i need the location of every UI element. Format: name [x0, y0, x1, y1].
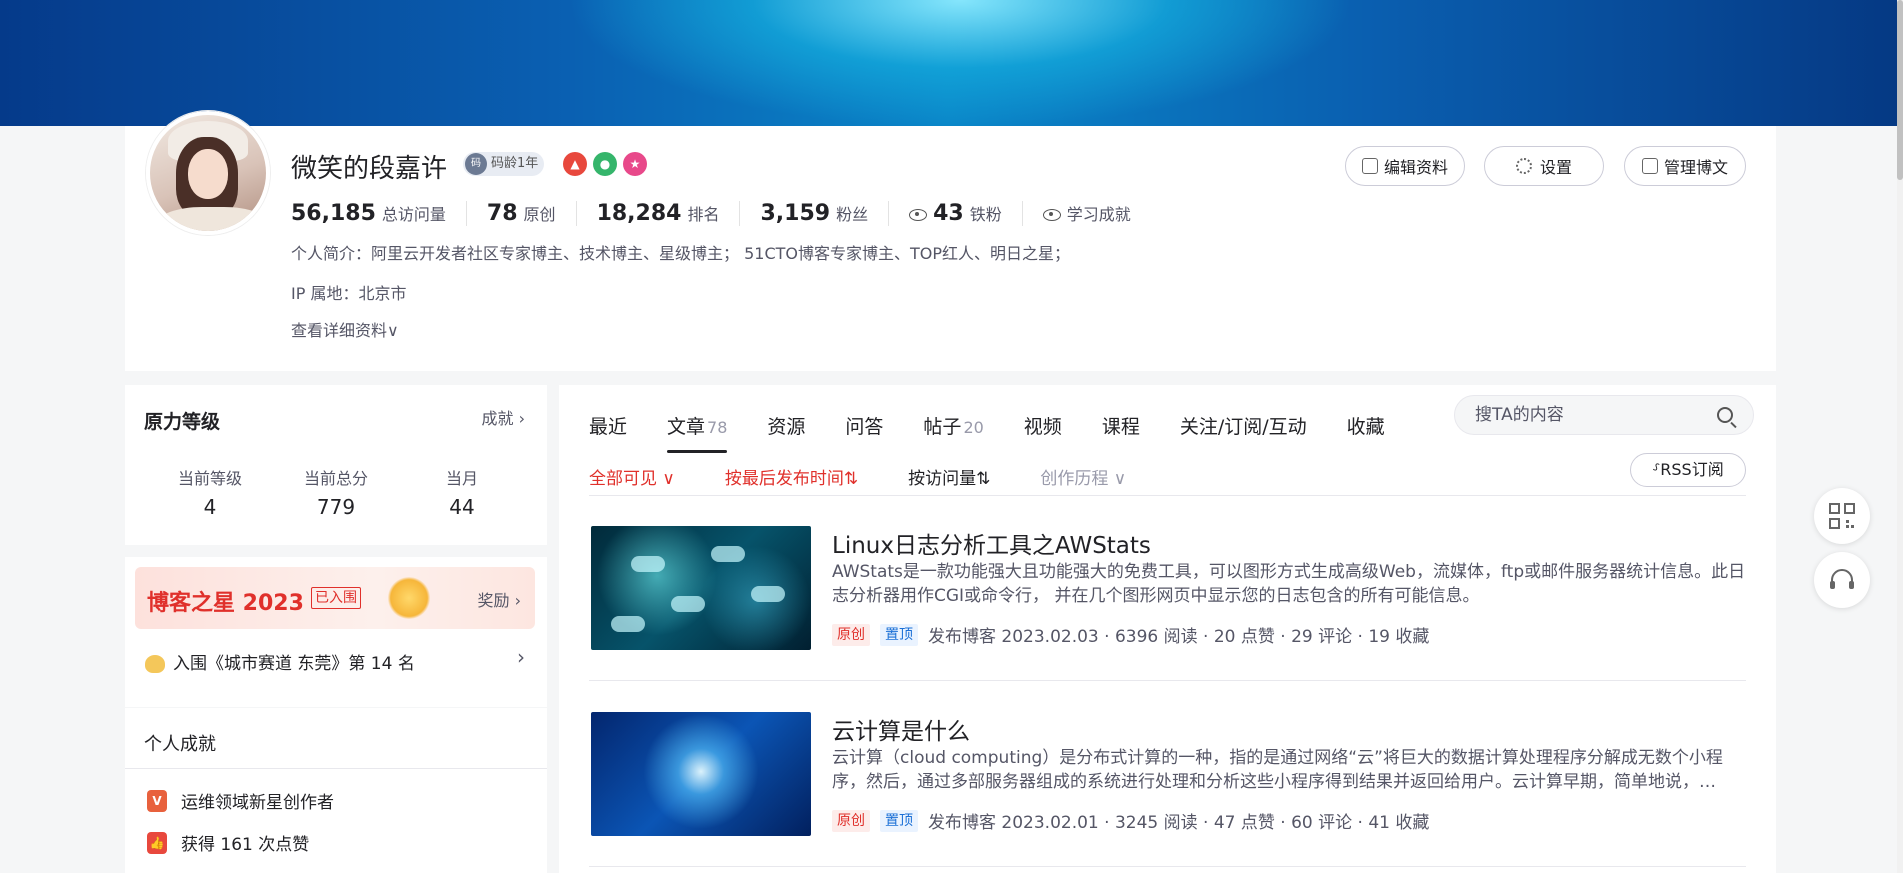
blog-star-title: 博客之星 2023 [147, 591, 304, 616]
crown-icon [145, 655, 165, 673]
original-tag: 原创 [832, 809, 870, 832]
user-name: 微笑的段嘉许 [291, 154, 448, 184]
tab-videos[interactable]: 视频 [1024, 412, 1062, 439]
article-filters: 全部可见 ∨ 按最后发布时间⇅ 按访问量⇅ 创作历程 ∨ [589, 458, 1746, 494]
achievements-card: 个人成就 V 运维领域新星创作者 👍 获得 161 次点赞 [125, 708, 547, 873]
pinned-tag: 置顶 [880, 809, 918, 832]
content-tabs: 最近 文章 78 资源 问答 帖子 20 视频 课程 关注/订阅/互动 收藏 [589, 400, 1425, 453]
manage-posts-button[interactable]: 管理博文 [1624, 146, 1746, 186]
edit-profile-button[interactable]: 编辑资料 [1345, 146, 1465, 186]
stat-visits: 56,185 总访问量 [291, 200, 467, 226]
achievements-title: 个人成就 [144, 734, 216, 755]
profile-intro: 个人简介：阿里云开发者社区专家博主、技术博主、星级博主； 51CTO博客专家博主… [291, 244, 1071, 263]
profile-banner [0, 0, 1897, 126]
tab-courses[interactable]: 课程 [1102, 412, 1140, 439]
rank-total: 当前总分 779 [303, 469, 368, 519]
star-entry[interactable]: 入围《城市赛道 东莞》第 14 名 [145, 649, 415, 674]
article-meta: 原创 置顶 发布博客 2023.02.01 · 3245 阅读 · 47 点赞 … [832, 808, 1429, 833]
rank-title: 原力等级 [144, 411, 221, 433]
avatar[interactable] [146, 111, 270, 235]
search-icon[interactable] [1717, 407, 1733, 423]
blog-star-banner[interactable]: 博客之星 2023 已入围 奖励 › [135, 567, 535, 629]
tab-recent[interactable]: 最近 [589, 412, 627, 439]
stat-rank: 18,284 排名 [597, 200, 741, 226]
scrollbar[interactable] [1897, 0, 1903, 873]
scrollbar-thumb[interactable] [1897, 0, 1903, 180]
article-description: 云计算（cloud computing）是分布式计算的一种，指的是通过网络“云”… [832, 748, 1723, 792]
article-thumbnail[interactable] [591, 526, 811, 650]
pinned-tag: 置顶 [880, 623, 918, 646]
visibility-dropdown[interactable]: 全部可见 ∨ [589, 464, 675, 489]
history-dropdown[interactable]: 创作历程 ∨ [1040, 464, 1126, 489]
rank-card: 原力等级 成就 › 当前等级 4 当前总分 779 当月 44 [125, 385, 547, 545]
article-thumbnail[interactable] [591, 712, 811, 836]
customer-service-button[interactable] [1814, 552, 1870, 608]
medal-icon-2[interactable]: ● [593, 152, 617, 176]
sort-by-time[interactable]: 按最后发布时间⇅ [725, 464, 858, 489]
article-meta: 原创 置顶 发布博客 2023.02.03 · 6396 阅读 · 20 点赞 … [832, 622, 1429, 647]
tab-favorites[interactable]: 收藏 [1347, 412, 1385, 439]
article-title[interactable]: Linux日志分析工具之AWStats [832, 526, 1151, 560]
sort-by-views[interactable]: 按访问量⇅ [908, 464, 990, 489]
profile-stats: 56,185 总访问量 78 原创 18,284 排名 3,159 粉丝 43 铁粉 学习… [291, 198, 1171, 228]
ip-location: IP 属地：北京市 [291, 284, 407, 303]
code-age-label: 码龄1年 [491, 156, 539, 171]
achievement-item: 👍 获得 161 次点赞 [147, 830, 309, 855]
tab-articles[interactable]: 文章 78 [667, 412, 728, 453]
v-badge-icon: V [147, 789, 167, 812]
learning-achievement-link[interactable]: 学习成就 [1042, 201, 1151, 225]
view-details-link[interactable]: 查看详细资料∨ [291, 317, 399, 341]
article-description: AWStats是一款功能强大且功能强大的免费工具，可以图形方式生成高级Web，流… [832, 562, 1746, 606]
qr-code-icon [1829, 503, 1855, 529]
stat-fans[interactable]: 3,159 粉丝 [760, 200, 890, 226]
manage-icon [1641, 158, 1658, 174]
qr-code-button[interactable] [1814, 488, 1870, 544]
medal-icon-3[interactable]: ★ [623, 152, 647, 176]
thumbs-up-icon: 👍 [147, 831, 167, 854]
achievement-link[interactable]: 成就 › [482, 405, 526, 429]
shortlisted-tag: 已入围 [311, 587, 361, 609]
original-tag: 原创 [832, 623, 870, 646]
gear-icon [1515, 158, 1532, 174]
headset-icon [1830, 569, 1854, 589]
rss-button[interactable]: ⸉RSS订阅 [1630, 453, 1746, 487]
article-title[interactable]: 云计算是什么 [832, 712, 970, 746]
stat-iron-fans[interactable]: 43 铁粉 [909, 200, 1023, 226]
search-input[interactable]: 搜TA的内容 [1454, 395, 1754, 435]
stat-original: 78 原创 [487, 200, 577, 226]
code-age-icon: 码 [465, 153, 487, 175]
blog-star-card: 博客之星 2023 已入围 奖励 › 入围《城市赛道 东莞》第 14 名 › [125, 557, 547, 707]
tab-resources[interactable]: 资源 [767, 412, 805, 439]
rank-level: 当前等级 4 [177, 469, 242, 519]
edit-icon [1361, 158, 1378, 174]
eye-icon [1042, 209, 1061, 221]
medal-icon-1[interactable]: ▲ [563, 152, 587, 176]
code-age-badge[interactable]: 码 码龄1年 [463, 152, 545, 176]
rank-month: 当月 44 [445, 469, 478, 519]
tab-follow[interactable]: 关注/订阅/互动 [1180, 412, 1307, 439]
article-item[interactable]: 云计算是什么 云计算（cloud computing）是分布式计算的一种，指的是… [589, 712, 1746, 872]
tab-posts[interactable]: 帖子 20 [923, 412, 983, 439]
achievement-item: V 运维领域新星创作者 [147, 788, 334, 813]
article-item[interactable]: Linux日志分析工具之AWStats AWStats是一款功能强大且功能强大的… [589, 526, 1746, 686]
settings-button[interactable]: 设置 [1484, 146, 1604, 186]
eye-icon [909, 208, 928, 221]
chevron-right-icon[interactable]: › [517, 645, 525, 669]
tab-qa[interactable]: 问答 [845, 412, 883, 439]
reward-link[interactable]: 奖励 › [478, 587, 522, 611]
star-icon [387, 577, 431, 619]
